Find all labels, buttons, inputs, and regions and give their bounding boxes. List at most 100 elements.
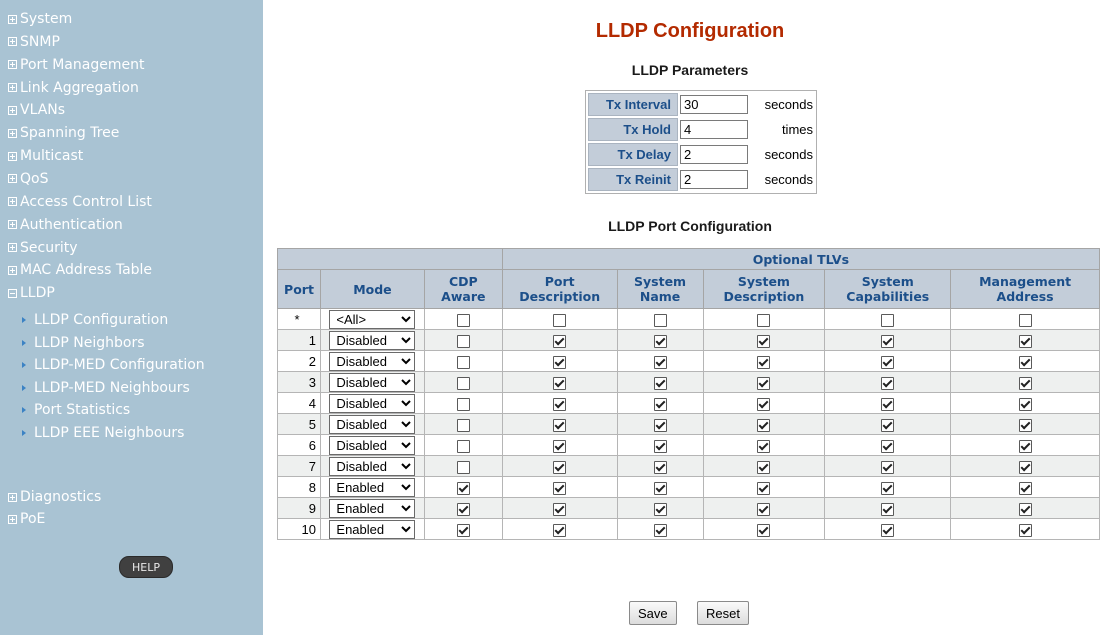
system-description-checkbox[interactable] — [757, 397, 771, 411]
sidebar-item-spanning-tree[interactable]: Spanning Tree — [8, 123, 119, 143]
system-description-checkbox[interactable] — [757, 355, 771, 369]
sidebar-subitem-lldp-neighbors[interactable]: LLDP Neighbors — [22, 333, 145, 353]
management-address-checkbox[interactable] — [1018, 502, 1032, 516]
sidebar-subitem-lldp-eee-neighbours[interactable]: LLDP EEE Neighbours — [22, 423, 184, 443]
mode-select[interactable]: Disabled — [329, 435, 416, 455]
sidebar-item-qos[interactable]: QoS — [8, 169, 48, 189]
sidebar-item-vlans[interactable]: VLANs — [8, 100, 65, 120]
system-description-checkbox[interactable] — [757, 481, 771, 495]
system-capabilities-checkbox[interactable] — [881, 523, 895, 537]
system-name-checkbox[interactable] — [653, 460, 667, 474]
system-description-checkbox[interactable] — [757, 418, 771, 432]
mode-select[interactable]: Disabled — [329, 330, 416, 350]
mode-select[interactable]: Enabled — [329, 498, 416, 518]
management-address-checkbox[interactable] — [1018, 439, 1032, 453]
sidebar-item-snmp[interactable]: SNMP — [8, 32, 60, 52]
system-capabilities-checkbox[interactable] — [881, 439, 895, 453]
system-name-checkbox[interactable] — [653, 523, 667, 537]
system-name-checkbox[interactable] — [653, 439, 667, 453]
port-description-checkbox[interactable] — [553, 523, 567, 537]
mode-select[interactable]: Disabled — [329, 372, 416, 392]
management-address-checkbox[interactable] — [1018, 523, 1032, 537]
mode-select[interactable]: Disabled — [329, 414, 416, 434]
system-capabilities-checkbox[interactable] — [881, 376, 895, 390]
cdp-aware-checkbox[interactable] — [456, 313, 470, 327]
management-address-checkbox[interactable] — [1018, 397, 1032, 411]
cdp-aware-checkbox[interactable] — [456, 460, 470, 474]
sidebar-subitem-lldp-med-configuration[interactable]: LLDP-MED Configuration — [22, 355, 205, 375]
cdp-aware-checkbox[interactable] — [456, 334, 470, 348]
port-description-checkbox[interactable] — [553, 355, 567, 369]
system-name-checkbox[interactable] — [653, 355, 667, 369]
system-description-checkbox[interactable] — [757, 502, 771, 516]
sidebar-subitem-lldp-med-neighbours[interactable]: LLDP-MED Neighbours — [22, 378, 190, 398]
port-description-checkbox[interactable] — [553, 397, 567, 411]
cdp-aware-checkbox[interactable] — [456, 523, 470, 537]
system-description-checkbox[interactable] — [757, 376, 771, 390]
mode-select[interactable]: Disabled — [329, 456, 416, 476]
mode-select[interactable]: <All> — [329, 309, 416, 329]
system-description-checkbox[interactable] — [757, 439, 771, 453]
sidebar-item-diagnostics[interactable]: Diagnostics — [8, 487, 101, 507]
mode-select[interactable]: Enabled — [329, 519, 416, 539]
port-description-checkbox[interactable] — [553, 313, 567, 327]
sidebar-item-poe[interactable]: PoE — [8, 509, 45, 529]
sidebar-item-authentication[interactable]: Authentication — [8, 215, 123, 235]
system-description-checkbox[interactable] — [757, 523, 771, 537]
cdp-aware-checkbox[interactable] — [456, 439, 470, 453]
cdp-aware-checkbox[interactable] — [456, 376, 470, 390]
mode-select[interactable]: Disabled — [329, 351, 416, 371]
cdp-aware-checkbox[interactable] — [456, 418, 470, 432]
cdp-aware-checkbox[interactable] — [456, 502, 470, 516]
system-name-checkbox[interactable] — [653, 481, 667, 495]
sidebar-item-lldp[interactable]: LLDP — [8, 283, 55, 303]
help-button[interactable]: HELP — [119, 556, 173, 578]
tx-delay-input[interactable] — [680, 145, 748, 164]
sidebar-item-system[interactable]: System — [8, 9, 72, 29]
system-capabilities-checkbox[interactable] — [881, 460, 895, 474]
sidebar-item-link-aggregation[interactable]: Link Aggregation — [8, 78, 139, 98]
system-description-checkbox[interactable] — [757, 460, 771, 474]
sidebar-item-multicast[interactable]: Multicast — [8, 146, 83, 166]
management-address-checkbox[interactable] — [1018, 355, 1032, 369]
port-description-checkbox[interactable] — [553, 418, 567, 432]
save-button[interactable]: Save — [629, 601, 677, 625]
port-description-checkbox[interactable] — [553, 460, 567, 474]
management-address-checkbox[interactable] — [1018, 376, 1032, 390]
management-address-checkbox[interactable] — [1018, 334, 1032, 348]
system-name-checkbox[interactable] — [653, 313, 667, 327]
cdp-aware-checkbox[interactable] — [456, 397, 470, 411]
system-description-checkbox[interactable] — [757, 313, 771, 327]
sidebar-item-access-control-list[interactable]: Access Control List — [8, 192, 152, 212]
system-name-checkbox[interactable] — [653, 397, 667, 411]
management-address-checkbox[interactable] — [1018, 460, 1032, 474]
system-capabilities-checkbox[interactable] — [881, 334, 895, 348]
management-address-checkbox[interactable] — [1018, 481, 1032, 495]
sidebar-item-security[interactable]: Security — [8, 238, 78, 258]
system-capabilities-checkbox[interactable] — [881, 502, 895, 516]
system-capabilities-checkbox[interactable] — [881, 355, 895, 369]
tx-interval-input[interactable] — [680, 95, 748, 114]
port-description-checkbox[interactable] — [553, 376, 567, 390]
system-name-checkbox[interactable] — [653, 334, 667, 348]
system-capabilities-checkbox[interactable] — [881, 481, 895, 495]
mode-select[interactable]: Disabled — [329, 393, 416, 413]
management-address-checkbox[interactable] — [1018, 313, 1032, 327]
tx-hold-input[interactable] — [680, 120, 748, 139]
tx-reinit-input[interactable] — [680, 170, 748, 189]
system-capabilities-checkbox[interactable] — [881, 397, 895, 411]
sidebar-subitem-lldp-configuration[interactable]: LLDP Configuration — [22, 310, 168, 330]
cdp-aware-checkbox[interactable] — [456, 355, 470, 369]
sidebar-item-port-management[interactable]: Port Management — [8, 55, 144, 75]
port-description-checkbox[interactable] — [553, 502, 567, 516]
cdp-aware-checkbox[interactable] — [456, 481, 470, 495]
sidebar-subitem-port-statistics[interactable]: Port Statistics — [22, 400, 130, 420]
sidebar-item-mac-address-table[interactable]: MAC Address Table — [8, 260, 152, 280]
port-description-checkbox[interactable] — [553, 481, 567, 495]
mode-select[interactable]: Enabled — [329, 477, 416, 497]
system-capabilities-checkbox[interactable] — [881, 418, 895, 432]
port-description-checkbox[interactable] — [553, 439, 567, 453]
port-description-checkbox[interactable] — [553, 334, 567, 348]
system-capabilities-checkbox[interactable] — [881, 313, 895, 327]
system-description-checkbox[interactable] — [757, 334, 771, 348]
